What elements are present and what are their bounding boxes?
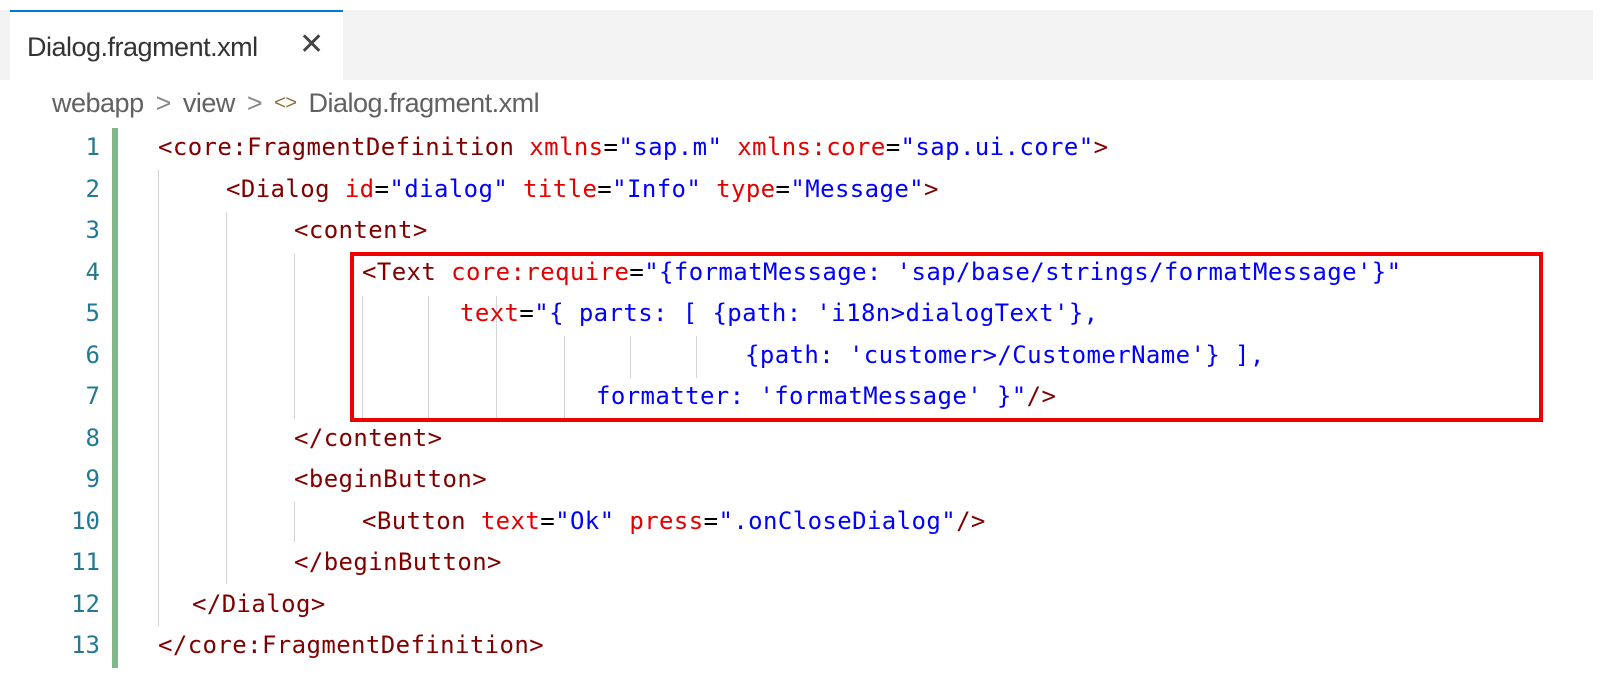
code-line-9: <beginButton> <box>294 465 487 493</box>
xml-value-token: "Ok" <box>555 507 615 535</box>
xml-tag-token: < <box>294 465 309 493</box>
code-line-1: <core:FragmentDefinition xmlns="sap.m" x… <box>158 133 1108 161</box>
xml-tag-token: </ <box>158 631 188 659</box>
line-number: 11 <box>71 548 100 576</box>
git-change-indicator <box>112 128 118 668</box>
xml-tag-token: core:FragmentDefinition <box>172 133 515 161</box>
xml-tag-token: Dialog <box>240 175 330 203</box>
line-number: 10 <box>71 507 100 535</box>
indent-guide <box>294 502 295 542</box>
xml-tag-token: content <box>308 216 413 244</box>
line-number: 4 <box>85 258 100 286</box>
tab-label: Dialog.fragment.xml <box>27 32 258 62</box>
xml-tag-token: > <box>487 548 502 576</box>
xml-tag-token: core:FragmentDefinition <box>187 631 530 659</box>
xml-attribute-token: type <box>716 175 776 203</box>
xml-tag-token: </ <box>294 548 324 576</box>
indent-guide <box>158 170 159 626</box>
xml-punctuation-token: = <box>374 175 390 203</box>
xml-tag-token: < <box>294 216 309 244</box>
xml-punctuation-token: = <box>540 507 556 535</box>
line-number: 7 <box>85 382 100 410</box>
xml-tag-token: > <box>924 175 939 203</box>
xml-value-token: "Message" <box>790 175 925 203</box>
code-line-8: </content> <box>294 424 443 452</box>
breadcrumb-item-file[interactable]: Dialog.fragment.xml <box>309 88 540 118</box>
breadcrumb-item-view[interactable]: view <box>183 88 236 118</box>
xml-tag-token: /> <box>956 507 986 535</box>
code-line-13: </core:FragmentDefinition> <box>158 631 544 659</box>
indent-guide <box>294 254 295 419</box>
code-line-2: <Dialog id="dialog" title="Info" type="M… <box>226 175 939 203</box>
xml-tag-token: content <box>323 424 428 452</box>
xml-attribute-token: press <box>629 507 704 535</box>
xml-tag-token: Button <box>376 507 466 535</box>
code-line-3: <content> <box>294 216 428 244</box>
xml-tag-token: > <box>1093 133 1109 161</box>
xml-tag-token: > <box>427 424 443 452</box>
breadcrumb-item-webapp[interactable]: webapp <box>52 88 144 118</box>
xml-punctuation-token: = <box>597 175 613 203</box>
line-number: 12 <box>71 590 100 618</box>
editor-tab-bar: Dialog.fragment.xml ✕ <box>0 10 1593 80</box>
line-number: 3 <box>85 216 100 244</box>
code-line-11: </beginButton> <box>294 548 502 576</box>
breadcrumb-separator: > <box>246 88 263 118</box>
xml-value-token: ".onCloseDialog" <box>718 507 957 535</box>
xml-attribute-token: id <box>344 175 375 203</box>
xml-attribute-token: xmlns:core <box>737 133 886 161</box>
xml-tag-token: Dialog <box>221 590 311 618</box>
xml-attribute-token: title <box>523 175 598 203</box>
xml-attribute-token: xmlns <box>529 133 604 161</box>
line-number: 2 <box>85 175 100 203</box>
xml-tag-token: > <box>529 631 545 659</box>
xml-punctuation-token: = <box>885 133 901 161</box>
breadcrumb: webapp > view > <> Dialog.fragment.xml <box>52 88 540 119</box>
tab-dialog-fragment[interactable]: Dialog.fragment.xml ✕ <box>10 10 343 80</box>
code-line-12: </Dialog> <box>192 590 326 618</box>
line-number: 5 <box>85 299 100 327</box>
xml-punctuation-token: = <box>703 507 719 535</box>
xml-value-token: "dialog" <box>389 175 509 203</box>
xml-value-token: "sap.m" <box>618 133 723 161</box>
xml-tag-token: </ <box>192 590 222 618</box>
code-line-10: <Button text="Ok" press=".onCloseDialog"… <box>362 507 986 535</box>
xml-code-icon: <> <box>274 92 297 114</box>
line-number: 6 <box>85 341 100 369</box>
xml-tag-token: < <box>226 175 241 203</box>
line-number: 1 <box>85 133 100 161</box>
xml-value-token: "sap.ui.core" <box>900 133 1094 161</box>
xml-punctuation-token: = <box>775 175 791 203</box>
line-number: 8 <box>85 424 100 452</box>
xml-tag-token: </ <box>294 424 324 452</box>
line-number: 13 <box>71 631 100 659</box>
highlight-box <box>350 252 1543 422</box>
xml-tag-token: < <box>362 507 377 535</box>
breadcrumb-separator: > <box>155 88 172 118</box>
xml-tag-token: < <box>158 133 173 161</box>
xml-tag-token: beginButton <box>308 465 473 493</box>
line-number: 9 <box>85 465 100 493</box>
close-icon[interactable]: ✕ <box>299 27 324 62</box>
xml-tag-token: > <box>472 465 488 493</box>
xml-punctuation-token: = <box>603 133 619 161</box>
xml-value-token: "Info" <box>612 175 702 203</box>
xml-tag-token: > <box>412 216 428 244</box>
xml-tag-token: > <box>310 590 326 618</box>
xml-tag-token: beginButton <box>323 548 488 576</box>
indent-guide <box>226 212 227 584</box>
xml-attribute-token: text <box>480 507 541 535</box>
